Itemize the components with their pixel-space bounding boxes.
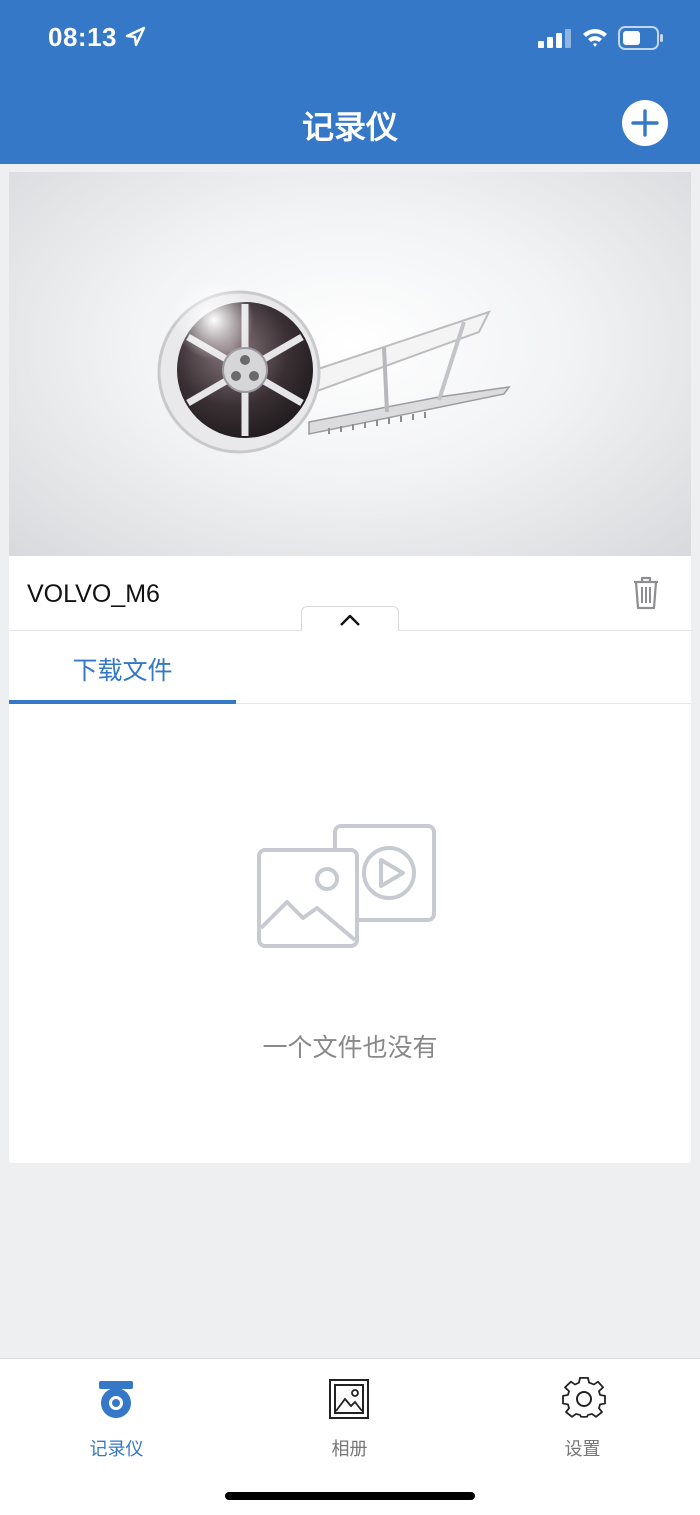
gear-icon [562, 1377, 606, 1418]
wifi-icon [583, 29, 607, 47]
dashcam-icon [99, 1381, 133, 1418]
status-time: 08:13 [48, 22, 117, 52]
empty-state-message: 一个文件也没有 [262, 1034, 438, 1062]
home-indicator [225, 1492, 475, 1500]
plus-circle-icon [631, 109, 659, 137]
film-reel-illustration [157, 280, 511, 454]
location-arrow-icon [125, 26, 146, 47]
bottom-tab-settings[interactable]: 设置 [466, 1359, 699, 1469]
bottom-tab-dashcam-label: 记录仪 [89, 1439, 144, 1459]
page-title: 记录仪 [301, 109, 398, 145]
device-banner-image [9, 172, 691, 556]
image-video-placeholder-icon [257, 824, 436, 948]
battery-icon [618, 26, 663, 50]
bottom-tab-settings-label: 设置 [564, 1439, 601, 1459]
device-card: VOLVO_M6 下载文件 一个文件也没有 [9, 172, 691, 1163]
add-device-button[interactable] [622, 100, 668, 146]
bottom-tab-album-label: 相册 [331, 1439, 368, 1459]
album-icon [329, 1379, 369, 1419]
chevron-up-icon [340, 614, 360, 626]
bottom-tab-album[interactable]: 相册 [233, 1359, 466, 1469]
bottom-tab-dashcam[interactable]: 记录仪 [0, 1359, 233, 1469]
cellular-signal-icon [538, 29, 571, 48]
file-tabs: 下载文件 [9, 631, 691, 704]
app-header: 08:13 记录仪 [0, 0, 700, 164]
device-name: VOLVO_M6 [27, 580, 160, 608]
tab-download-files-label: 下载文件 [72, 657, 173, 685]
tab-download-files[interactable]: 下载文件 [9, 631, 236, 704]
trash-icon[interactable] [627, 574, 665, 612]
collapse-banner-button[interactable] [301, 606, 399, 631]
active-tab-indicator [9, 700, 236, 704]
